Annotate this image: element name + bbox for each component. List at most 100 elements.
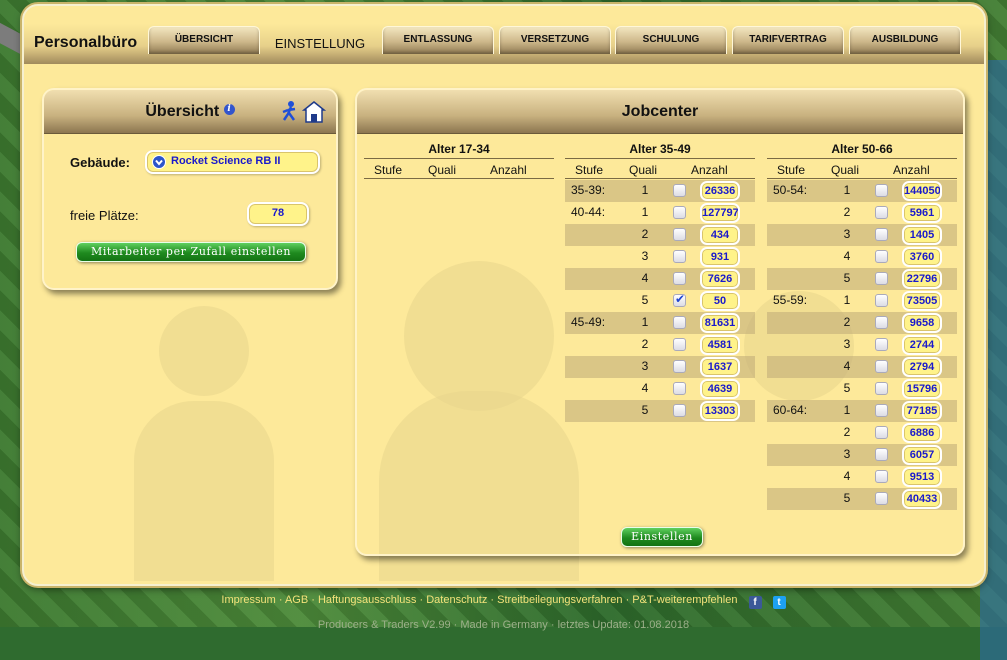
- tab-schulung[interactable]: SCHULUNG: [615, 26, 727, 54]
- footer-link[interactable]: AGB: [285, 594, 308, 606]
- table-row: 2 9658: [767, 312, 957, 334]
- footer-link[interactable]: P&T-weiterempfehlen: [632, 594, 737, 606]
- divider: [565, 178, 755, 179]
- select-checkbox[interactable]: [875, 382, 888, 395]
- row-quali: 1: [843, 403, 851, 417]
- footer-link[interactable]: Streitbeilegungsverfahren: [497, 594, 622, 606]
- row-quali: 2: [641, 227, 649, 241]
- select-checkbox[interactable]: [875, 228, 888, 241]
- select-checkbox[interactable]: [875, 448, 888, 461]
- table-row: 40-44: 1 127797: [565, 202, 755, 224]
- footer-version-line: Producers & Traders V2.99 · Made in Germ…: [317, 619, 690, 631]
- tab-entlassung[interactable]: ENTLASSUNG: [382, 26, 494, 54]
- row-anzahl: 1405: [902, 225, 942, 245]
- row-quali: 1: [641, 205, 649, 219]
- age-group-title: Alter 17-34: [428, 142, 490, 156]
- row-anzahl: 4639: [700, 379, 740, 399]
- select-checkbox[interactable]: [673, 228, 686, 241]
- row-quali: 3: [641, 249, 649, 263]
- column-header-anzahl: Anzahl: [490, 163, 527, 177]
- select-checkbox[interactable]: [673, 404, 686, 417]
- divider: [364, 178, 554, 179]
- table-row: 3 1405: [767, 224, 957, 246]
- overview-panel: Übersicht i Gebäude: Rocket Science RB I…: [42, 88, 338, 290]
- select-checkbox[interactable]: [875, 360, 888, 373]
- row-quali: 5: [843, 381, 851, 395]
- row-stufe: 55-59:: [773, 293, 808, 307]
- info-icon[interactable]: i: [223, 104, 235, 115]
- table-row: 5 15796: [767, 378, 957, 400]
- free-slots-value: 78: [247, 202, 309, 226]
- row-anzahl: 73505: [902, 291, 942, 311]
- row-quali: 5: [843, 491, 851, 505]
- footer-separator: ·: [275, 594, 285, 606]
- footer-link[interactable]: Datenschutz: [426, 594, 487, 606]
- select-checkbox[interactable]: [875, 492, 888, 505]
- select-checkbox[interactable]: [875, 272, 888, 285]
- column-header-quali: Quali: [428, 163, 457, 177]
- select-checkbox[interactable]: [673, 316, 686, 329]
- dropdown-chevron-icon: [152, 155, 166, 169]
- row-quali: 4: [641, 381, 649, 395]
- table-row: 3 6057: [767, 444, 957, 466]
- select-checkbox[interactable]: [875, 316, 888, 329]
- row-quali: 2: [843, 425, 851, 439]
- select-checkbox[interactable]: [673, 360, 686, 373]
- select-checkbox[interactable]: [875, 206, 888, 219]
- row-anzahl: 434: [700, 225, 740, 245]
- twitter-icon[interactable]: t: [772, 596, 786, 609]
- tab-bar: Personalbüro ÜBERSICHT EINSTELLUNG ENTLA…: [24, 6, 984, 64]
- row-anzahl: 7626: [700, 269, 740, 289]
- select-checkbox[interactable]: [673, 292, 686, 307]
- table-row: 4 3760: [767, 246, 957, 268]
- select-checkbox[interactable]: [875, 250, 888, 263]
- select-checkbox[interactable]: [673, 382, 686, 395]
- row-quali: 2: [843, 205, 851, 219]
- select-checkbox[interactable]: [875, 470, 888, 483]
- random-hire-button[interactable]: Mitarbeiter per Zufall einstellen: [76, 242, 306, 262]
- divider: [767, 158, 957, 159]
- row-quali: 1: [641, 183, 649, 197]
- footer-separator: ·: [308, 594, 318, 606]
- row-quali: 1: [843, 183, 851, 197]
- building-value: Rocket Science RB II: [171, 155, 281, 167]
- select-checkbox[interactable]: [875, 294, 888, 307]
- select-checkbox[interactable]: [875, 404, 888, 417]
- table-row: 45-49: 1 81631: [565, 312, 755, 334]
- tab-versetzung[interactable]: VERSETZUNG: [499, 26, 611, 54]
- table-row: 5 13303: [565, 400, 755, 422]
- row-anzahl: 9658: [902, 313, 942, 333]
- table-row: 3 931: [565, 246, 755, 268]
- column-header-stufe: Stufe: [777, 163, 806, 177]
- column-header-stufe: Stufe: [374, 163, 403, 177]
- select-checkbox[interactable]: [673, 338, 686, 351]
- tab-einstellung[interactable]: EINSTELLUNG: [264, 34, 376, 62]
- row-stufe: 50-54:: [773, 183, 808, 197]
- select-checkbox[interactable]: [875, 426, 888, 439]
- row-quali: 2: [641, 337, 649, 351]
- tab-uebersicht[interactable]: ÜBERSICHT: [148, 26, 260, 54]
- facebook-icon[interactable]: f: [748, 596, 762, 609]
- select-checkbox[interactable]: [875, 338, 888, 351]
- select-checkbox[interactable]: [875, 184, 888, 197]
- table-row: 4 9513: [767, 466, 957, 488]
- person-silhouette: [134, 401, 274, 581]
- einstellen-button[interactable]: Einstellen: [621, 527, 703, 547]
- overview-title: Übersicht: [145, 103, 220, 120]
- select-checkbox[interactable]: [673, 184, 686, 197]
- footer-link[interactable]: Haftungsausschluss: [318, 594, 416, 606]
- row-quali: 4: [641, 271, 649, 285]
- row-anzahl: 144050: [902, 181, 942, 201]
- hire-person-icon[interactable]: [282, 100, 326, 124]
- building-select[interactable]: Rocket Science RB II: [145, 150, 320, 174]
- row-anzahl: 13303: [700, 401, 740, 421]
- tab-tarifvertrag[interactable]: TARIFVERTRAG: [732, 26, 844, 54]
- tab-ausbildung[interactable]: AUSBILDUNG: [849, 26, 961, 54]
- select-checkbox[interactable]: [673, 250, 686, 263]
- select-checkbox[interactable]: [673, 272, 686, 285]
- row-anzahl: 15796: [902, 379, 942, 399]
- table-row: 35-39: 1 26336: [565, 180, 755, 202]
- footer-separator: ·: [487, 594, 498, 606]
- footer-link[interactable]: Impressum: [221, 594, 275, 606]
- select-checkbox[interactable]: [673, 206, 686, 219]
